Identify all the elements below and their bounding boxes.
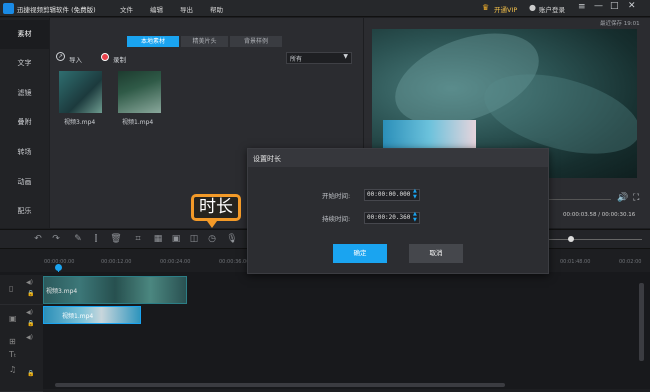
duration-input[interactable]: 00:00:20.360 — [364, 212, 420, 224]
fullscreen-icon[interactable]: ⛶ — [633, 193, 639, 203]
redo-icon[interactable]: ↷ — [50, 233, 62, 245]
vip-crown-icon: ♛ — [482, 3, 490, 12]
preview-time: 00:00:03.58 / 00:00:30.16 — [563, 212, 636, 218]
duration-icon[interactable]: ◷ — [206, 233, 218, 245]
duration-callout: 时长 — [191, 194, 241, 221]
filter-select[interactable]: 所有 ▼ — [286, 52, 352, 64]
speaker-icon[interactable]: ◀) — [26, 334, 33, 341]
media-thumb-video3[interactable] — [59, 71, 102, 113]
sidebar: 素材 文字 滤镜 叠附 转场 动画 配乐 — [0, 18, 49, 228]
text-track-icon: Tₜ — [9, 350, 17, 359]
menu-file[interactable]: 文件 — [120, 4, 133, 14]
preview-progress-bar[interactable] — [549, 199, 611, 200]
app-logo-icon — [3, 3, 14, 14]
tab-intro[interactable]: 精美片头 — [181, 36, 228, 47]
video-track-icon: ▯ — [9, 284, 14, 293]
microphone-icon[interactable]: 🎙 — [226, 233, 238, 245]
menu-help[interactable]: 帮助 — [210, 4, 223, 14]
menu-edit[interactable]: 编辑 — [150, 4, 163, 14]
tab-background[interactable]: 背景样例 — [230, 36, 282, 47]
timeline-clip-video1[interactable]: 视频1.mp4 — [43, 306, 141, 324]
sidebar-item-overlay[interactable]: 叠附 — [0, 108, 49, 137]
ruler-tick: 00:00:24.00 — [160, 259, 191, 265]
ruler-tick: 00:00:36.00 — [219, 259, 250, 265]
track-head-music: ♫ 🔒 — [0, 362, 43, 392]
callout-pointer — [207, 221, 217, 228]
lock-icon[interactable]: 🔒 — [27, 290, 34, 297]
minimize-icon[interactable]: — — [594, 1, 603, 11]
duration-label: 持续时间: — [322, 215, 351, 223]
clip-name: 视频3.mp4 — [46, 288, 78, 295]
lock-icon[interactable]: 🔒 — [27, 370, 34, 377]
freeze-icon[interactable]: ▣ — [170, 233, 182, 245]
media-name-video1: 视频1.mp4 — [122, 119, 154, 126]
tab-local-media[interactable]: 本地素材 — [127, 36, 179, 47]
volume-icon[interactable]: 🔊 — [617, 193, 628, 203]
delete-icon[interactable]: 🗑 — [110, 233, 122, 245]
vip-button[interactable]: 开通VIP — [494, 4, 517, 14]
record-button[interactable]: 录制 — [113, 54, 126, 64]
media-name-video3: 视频3.mp4 — [64, 119, 96, 126]
sidebar-item-text[interactable]: 文字 — [0, 49, 49, 78]
undo-icon[interactable]: ↶ — [32, 233, 44, 245]
dialog-title: 设置时长 — [253, 155, 281, 163]
title-bar: 迅捷视频剪辑软件 (免费版) 文件 编辑 导出 帮助 ♛ 开通VIP ● 账户登… — [0, 0, 650, 17]
import-icon[interactable]: ↗ — [56, 52, 65, 61]
ok-button[interactable]: 确定 — [333, 244, 387, 263]
horizontal-scrollbar[interactable] — [55, 383, 505, 387]
filter-select-value: 所有 — [290, 56, 303, 63]
close-icon[interactable]: ✕ — [628, 1, 636, 11]
chevron-down-icon: ▼ — [343, 53, 348, 60]
login-button[interactable]: 账户登录 — [539, 4, 565, 14]
sidebar-item-transition[interactable]: 转场 — [0, 138, 49, 167]
sidebar-item-music[interactable]: 配乐 — [0, 197, 49, 226]
crop-icon[interactable]: ⌗ — [132, 233, 144, 245]
clip-name: 视频1.mp4 — [62, 313, 94, 320]
autosave-label: 最近保存 19:01 — [600, 21, 640, 27]
sidebar-item-media[interactable]: 素材 — [0, 20, 49, 49]
zoom-slider[interactable] — [549, 239, 642, 240]
set-duration-dialog: 设置时长 开始时间: 00:00:00.000 ▲ ▼ 持续时间: 00:00:2… — [247, 148, 549, 274]
sidebar-item-filter[interactable]: 滤镜 — [0, 79, 49, 108]
overlay-track-icon: ⊞ — [9, 337, 16, 346]
vertical-scrollbar[interactable] — [639, 283, 644, 361]
duration-stepper-icon[interactable]: ▲ ▼ — [413, 211, 417, 223]
mosaic-icon[interactable]: ▦ — [152, 233, 164, 245]
ruler-tick: 00:00:12.00 — [101, 259, 132, 265]
start-time-label: 开始时间: — [322, 192, 351, 200]
speaker-icon[interactable]: ◀) — [26, 279, 33, 286]
media-thumb-video1[interactable] — [118, 71, 161, 113]
speaker-icon[interactable]: ◀) — [26, 309, 33, 316]
sidebar-item-animation[interactable]: 动画 — [0, 168, 49, 197]
split-icon[interactable]: ⫿ — [90, 233, 102, 245]
cancel-button[interactable]: 取消 — [409, 244, 463, 263]
track-head-video: ▯ ◀) 🔒 — [0, 275, 43, 305]
start-time-stepper-icon[interactable]: ▲ ▼ — [413, 188, 417, 200]
dialog-titlebar — [248, 149, 548, 167]
playhead-handle[interactable] — [55, 264, 62, 271]
lock-icon[interactable]: 🔒 — [27, 320, 34, 327]
pip-track-icon: ▣ — [9, 314, 17, 323]
app-title: 迅捷视频剪辑软件 (免费版) — [17, 6, 96, 14]
timeline-clip-video3[interactable]: 视频3.mp4 — [43, 276, 187, 304]
import-button[interactable]: 导入 — [69, 54, 82, 64]
audio-icon[interactable]: ◫ — [188, 233, 200, 245]
music-track-icon: ♫ — [9, 365, 17, 374]
start-time-input[interactable]: 00:00:00.000 — [364, 189, 420, 201]
record-icon[interactable] — [101, 53, 109, 61]
user-icon: ● — [529, 3, 536, 12]
ruler-tick: 00:02:00 — [619, 259, 642, 265]
ruler-tick: 00:01:48.00 — [560, 259, 591, 265]
maximize-icon[interactable]: □ — [610, 1, 619, 11]
zoom-handle[interactable] — [568, 236, 574, 242]
menu-icon[interactable]: ≡ — [578, 2, 586, 12]
edit-icon[interactable]: ✎ — [72, 233, 84, 245]
menu-export[interactable]: 导出 — [180, 4, 193, 14]
